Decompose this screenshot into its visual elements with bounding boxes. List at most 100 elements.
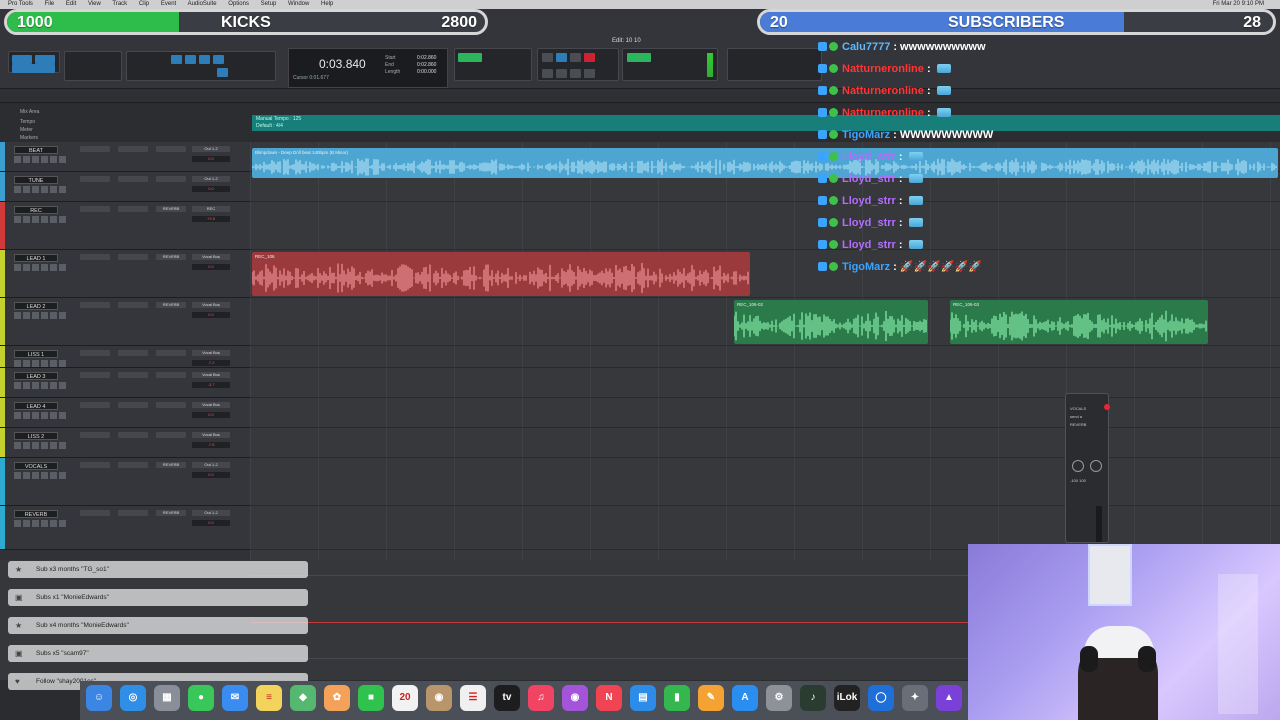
record-solo-mute-buttons[interactable] xyxy=(14,264,66,271)
news-icon[interactable]: N xyxy=(596,685,622,711)
numbers-icon[interactable]: ▮ xyxy=(664,685,690,711)
send-slot[interactable]: REVERB xyxy=(156,462,186,468)
volume-readout[interactable]: -7.2 xyxy=(192,360,230,366)
send-slot[interactable]: REVERB xyxy=(156,206,186,212)
volume-readout[interactable]: 0.0 xyxy=(192,186,230,192)
track-name-label[interactable]: REC xyxy=(14,206,58,214)
send-fader-window[interactable]: VOCALS send a REVERB -100 100 xyxy=(1065,393,1110,543)
reminders-icon[interactable]: ☰ xyxy=(460,685,486,711)
insert-slot[interactable] xyxy=(118,146,148,152)
insert-slot[interactable] xyxy=(118,432,148,438)
track-header-rec[interactable]: REC REVERB REC +3.5 xyxy=(0,202,250,250)
insert-slot[interactable] xyxy=(118,372,148,378)
insert-slot[interactable] xyxy=(118,176,148,182)
close-icon[interactable] xyxy=(1104,404,1110,410)
menu-item-file[interactable]: File xyxy=(45,1,55,7)
track-header-tune[interactable]: TUNE Out 1-2 0.0 xyxy=(0,172,250,202)
track-header-lead-3[interactable]: LEAD 3 Vocal Bus -3.7 xyxy=(0,368,250,398)
io-output-selector[interactable]: Out 1-2 xyxy=(192,462,230,468)
io-output-selector[interactable]: Out 1-2 xyxy=(192,510,230,516)
menu-item-event[interactable]: Event xyxy=(161,1,176,7)
tv-icon[interactable]: tv xyxy=(494,685,520,711)
record-solo-mute-buttons[interactable] xyxy=(14,472,66,479)
send-slot[interactable] xyxy=(156,372,186,378)
insert-slot[interactable] xyxy=(80,302,110,308)
insert-slot[interactable] xyxy=(80,146,110,152)
insert-slot[interactable] xyxy=(80,432,110,438)
track-name-label[interactable]: LEAD 3 xyxy=(14,372,58,380)
audio-clip[interactable]: Blimpdown - Deep Drill beat 140bpm (B Mi… xyxy=(252,148,1278,178)
record-solo-mute-buttons[interactable] xyxy=(14,412,66,419)
tempo-meter-display[interactable] xyxy=(622,48,718,81)
menu-item-view[interactable]: View xyxy=(88,1,101,7)
insert-slot[interactable] xyxy=(80,350,110,356)
io-output-selector[interactable]: Vocal Bus xyxy=(192,372,230,378)
io-output-selector[interactable]: Vocal Bus xyxy=(192,432,230,438)
track-name-label[interactable]: LISS 2 xyxy=(14,432,58,440)
volume-readout[interactable]: -7.6 xyxy=(192,442,230,448)
pan-knob-icon[interactable] xyxy=(1090,460,1102,472)
pages-icon[interactable]: ✎ xyxy=(698,685,724,711)
menu-item-options[interactable]: Options xyxy=(228,1,249,7)
record-solo-mute-buttons[interactable] xyxy=(14,382,66,389)
circle-app-icon[interactable]: ◯ xyxy=(868,685,894,711)
record-solo-mute-buttons[interactable] xyxy=(14,520,66,527)
volume-readout[interactable]: 0.0 xyxy=(192,264,230,270)
insert-slot[interactable] xyxy=(118,254,148,260)
record-solo-mute-buttons[interactable] xyxy=(14,216,66,223)
audio-clip[interactable]: REC_106-02 xyxy=(734,300,928,344)
io-output-selector[interactable]: REC xyxy=(192,206,230,212)
audio-clip[interactable]: REC_106 xyxy=(252,252,750,296)
volume-readout[interactable]: 0.0 xyxy=(192,312,230,318)
menu-item-help[interactable]: Help xyxy=(321,1,333,7)
insert-slot[interactable] xyxy=(80,372,110,378)
volume-readout[interactable]: 0.0 xyxy=(192,472,230,478)
keynote-icon[interactable]: ▤ xyxy=(630,685,656,711)
calendar-icon[interactable]: 20 xyxy=(392,685,418,711)
utility-icon[interactable]: ✦ xyxy=(902,685,928,711)
record-solo-mute-buttons[interactable] xyxy=(14,312,66,319)
track-name-label[interactable]: LEAD 1 xyxy=(14,254,58,262)
insert-slot[interactable] xyxy=(118,302,148,308)
menu-item-pro-tools[interactable]: Pro Tools xyxy=(8,1,33,7)
facetime-icon[interactable]: ■ xyxy=(358,685,384,711)
track-lane[interactable] xyxy=(250,458,1280,506)
track-name-label[interactable]: LISS 1 xyxy=(14,350,58,358)
record-solo-mute-buttons[interactable] xyxy=(14,156,66,163)
volume-readout[interactable]: +3.5 xyxy=(192,216,230,222)
maps-icon[interactable]: ◆ xyxy=(290,685,316,711)
send-slot[interactable] xyxy=(156,432,186,438)
send-fader-track[interactable] xyxy=(1096,506,1102,542)
record-solo-mute-buttons[interactable] xyxy=(14,186,66,193)
record-solo-mute-buttons[interactable] xyxy=(14,442,66,449)
insert-slot[interactable] xyxy=(118,350,148,356)
safari-icon[interactable]: ◎ xyxy=(120,685,146,711)
volume-readout[interactable]: -3.7 xyxy=(192,382,230,388)
notes-icon[interactable]: ≡ xyxy=(256,685,282,711)
menu-clock[interactable]: Fri Mar 20 9:10 PM xyxy=(1213,0,1264,9)
insert-slot[interactable] xyxy=(80,206,110,212)
insert-slot[interactable] xyxy=(118,510,148,516)
ilok-icon[interactable]: iLok xyxy=(834,685,860,711)
pan-knob-icon[interactable] xyxy=(1072,460,1084,472)
track-header-lead-4[interactable]: LEAD 4 Vocal Bus 0.0 xyxy=(0,398,250,428)
system-settings-icon[interactable]: ⚙ xyxy=(766,685,792,711)
insert-slot[interactable] xyxy=(118,402,148,408)
track-header-reverb[interactable]: REVERB REVERB Out 1-2 0.0 xyxy=(0,506,250,550)
pro-tools-icon[interactable]: ▲ xyxy=(936,685,962,711)
record-solo-mute-buttons[interactable] xyxy=(14,360,66,367)
insert-slot[interactable] xyxy=(118,462,148,468)
track-name-label[interactable]: REVERB xyxy=(14,510,58,518)
send-slot[interactable] xyxy=(156,146,186,152)
zoom-controls[interactable] xyxy=(64,51,122,81)
send-slot[interactable] xyxy=(156,350,186,356)
track-header-liss-1[interactable]: LISS 1 Vocal Bus -7.2 xyxy=(0,346,250,368)
insert-slot[interactable] xyxy=(118,206,148,212)
track-name-label[interactable]: TUNE xyxy=(14,176,58,184)
audio-clip[interactable]: REC_106-03 xyxy=(950,300,1208,344)
insert-slot[interactable] xyxy=(80,254,110,260)
send-slot[interactable] xyxy=(156,402,186,408)
track-name-label[interactable]: BEAT xyxy=(14,146,58,154)
launchpad-icon[interactable]: ▦ xyxy=(154,685,180,711)
insert-slot[interactable] xyxy=(80,176,110,182)
